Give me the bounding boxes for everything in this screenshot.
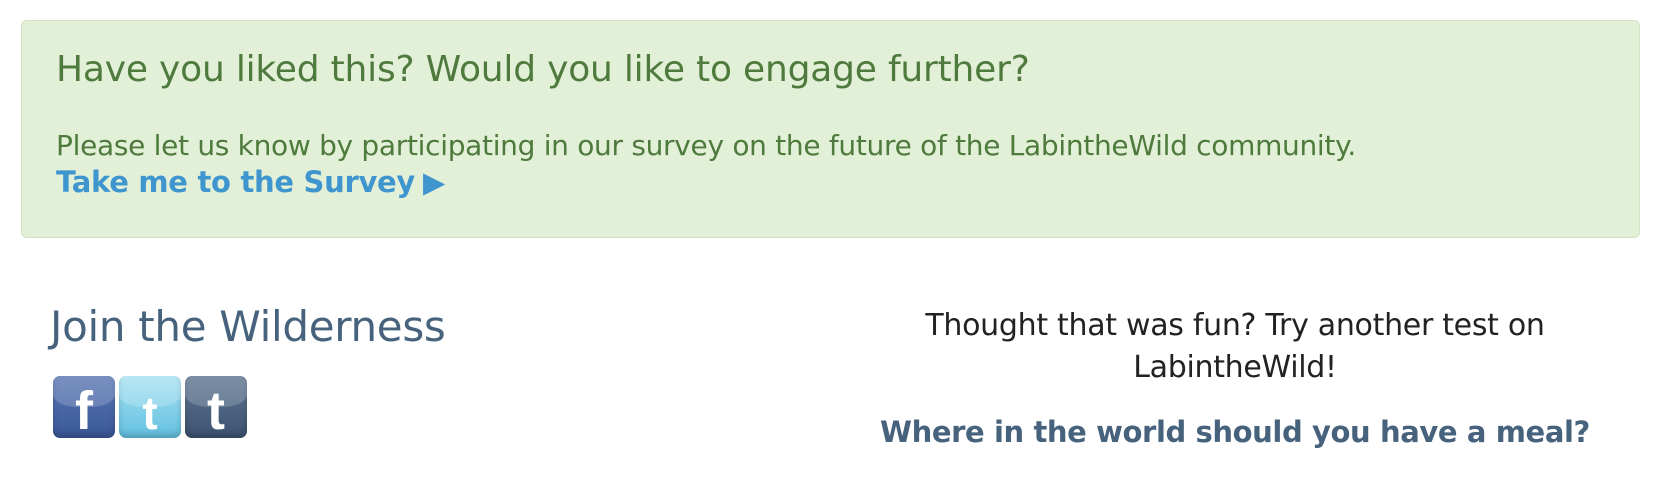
survey-title: Have you liked this? Would you like to e… (56, 49, 1030, 90)
survey-link[interactable]: Take me to the Survey ▶ (56, 165, 445, 199)
survey-description: Please let us know by participating in o… (56, 129, 1356, 162)
promo-test-link[interactable]: Where in the world should you have a mea… (880, 415, 1590, 449)
tumblr-icon[interactable]: t (185, 376, 247, 438)
tumblr-glyph: t (207, 381, 225, 438)
survey-link-label: Take me to the Survey (56, 165, 416, 199)
join-title: Join the Wilderness (50, 302, 446, 351)
facebook-icon[interactable]: f (53, 376, 115, 438)
promo-text: Thought that was fun? Try another test o… (925, 308, 1545, 385)
twitter-icon[interactable]: t (119, 376, 181, 438)
twitter-glyph: t (142, 387, 158, 438)
social-links: f t t (53, 376, 247, 438)
survey-banner: Have you liked this? Would you like to e… (21, 20, 1640, 238)
facebook-glyph: f (75, 381, 93, 438)
play-arrow-icon: ▶ (423, 165, 446, 199)
